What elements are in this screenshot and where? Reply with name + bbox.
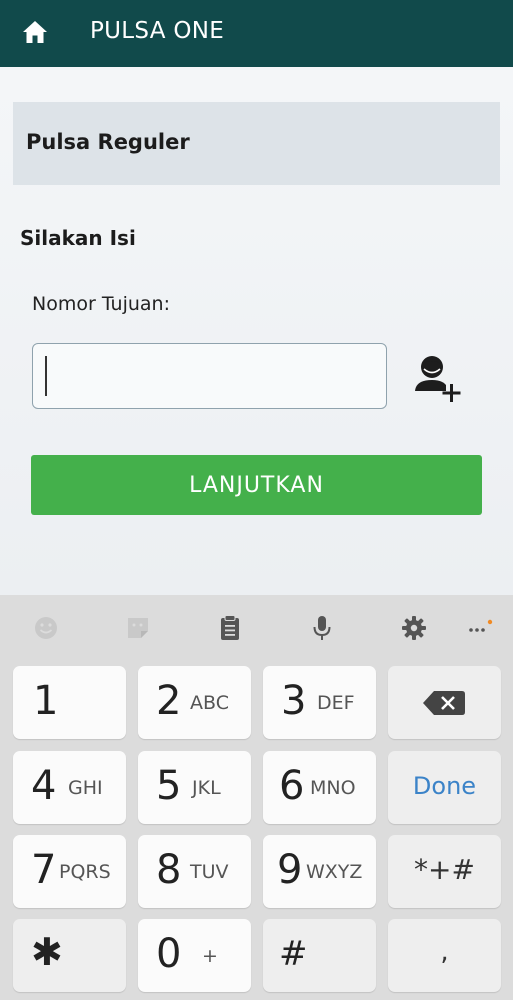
sticker-icon[interactable] [123,613,153,643]
destination-number-input[interactable] [32,343,387,409]
key-8[interactable]: 8 TUV [138,835,251,908]
emoji-icon[interactable] [31,613,61,643]
symbols-label: *+# [414,853,475,886]
key-digit: 1 [33,678,59,724]
key-6[interactable]: 6 MNO [263,751,376,824]
hash-glyph: # [279,934,308,974]
instruction-label: Silakan Isi [20,226,136,250]
key-digit: 0 [156,931,182,977]
home-icon[interactable] [22,20,48,44]
section-title: Pulsa Reguler [26,130,190,154]
backspace-icon [423,691,465,715]
hash-key[interactable]: # [263,919,376,992]
destination-number-label: Nomor Tujuan: [32,293,170,315]
clipboard-icon[interactable] [215,613,245,643]
keyboard-toolbar [0,595,513,659]
key-letters: ABC [190,692,229,714]
done-key[interactable]: Done [388,751,501,824]
key-letters: WXYZ [306,861,363,883]
app-title: PULSA ONE [90,18,225,44]
continue-button[interactable]: LANJUTKAN [31,455,482,515]
done-label: Done [412,772,477,800]
key-3[interactable]: 3 DEF [263,666,376,739]
comma-label: , [440,937,449,967]
asterisk-key[interactable]: ✱ [13,919,126,992]
backspace-key[interactable] [388,666,501,739]
key-digit: 8 [156,847,182,893]
key-letters: JKL [192,777,221,799]
app-bar: PULSA ONE [0,0,513,67]
more-icon[interactable] [466,613,496,643]
symbols-key[interactable]: *+# [388,835,501,908]
key-digit: 5 [156,763,182,809]
numeric-keyboard: 1 2 ABC 3 DEF 4 GHI 5 JKL 6 MNO Done 7 P… [0,595,513,1000]
key-letters: + [202,945,218,967]
key-letters: GHI [68,777,103,799]
key-digit: 2 [156,678,182,724]
add-contact-icon[interactable] [412,353,468,409]
key-digit: 3 [281,678,307,724]
comma-key[interactable]: , [388,919,501,992]
key-letters: PQRS [59,861,111,883]
key-2[interactable]: 2 ABC [138,666,251,739]
main-content: Pulsa Reguler Silakan Isi Nomor Tujuan: … [0,67,513,595]
key-7[interactable]: 7 PQRS [13,835,126,908]
key-digit: 9 [277,847,303,893]
key-digit: 6 [279,763,305,809]
gear-icon[interactable] [399,613,429,643]
key-letters: MNO [310,777,356,799]
key-digit: 7 [31,847,57,893]
section-header-card: Pulsa Reguler [13,102,500,185]
key-1[interactable]: 1 [13,666,126,739]
key-5[interactable]: 5 JKL [138,751,251,824]
key-0[interactable]: 0 + [138,919,251,992]
key-9[interactable]: 9 WXYZ [263,835,376,908]
key-letters: TUV [190,861,229,883]
key-digit: 4 [31,763,57,809]
text-caret [45,356,47,396]
asterisk-glyph: ✱ [31,930,63,974]
key-4[interactable]: 4 GHI [13,751,126,824]
key-letters: DEF [317,692,355,714]
microphone-icon[interactable] [307,613,337,643]
